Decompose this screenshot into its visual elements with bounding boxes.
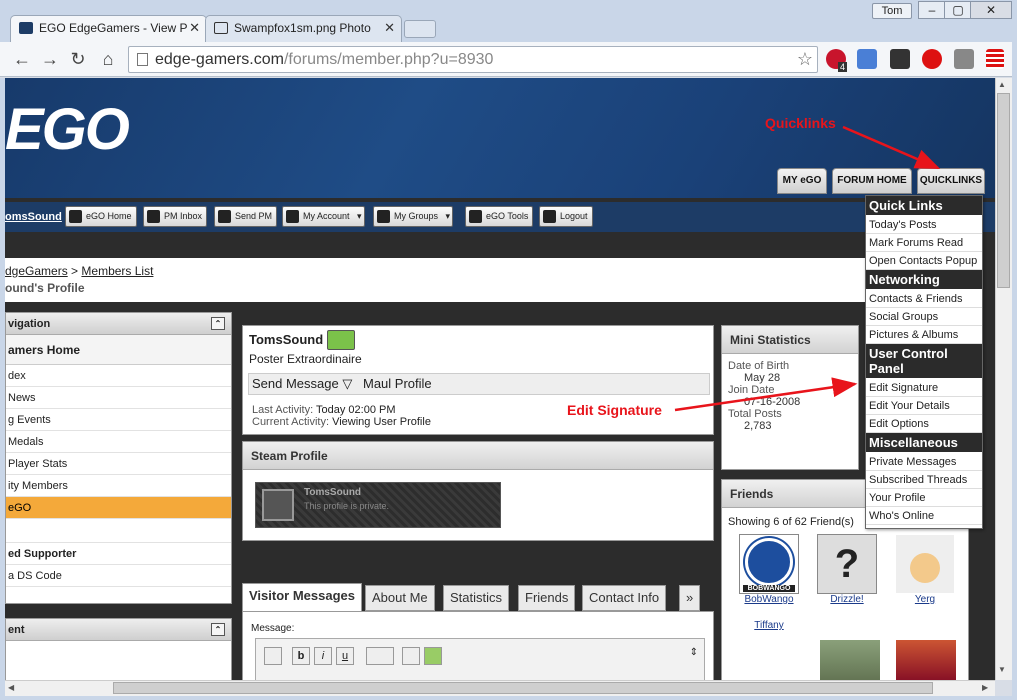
tab-ego-profile[interactable]: EGO EdgeGamers - View P ✕ xyxy=(10,15,207,42)
maximize-button[interactable]: ▢ xyxy=(944,1,972,19)
url-path: /forums/member.php?u=8930 xyxy=(283,51,494,68)
annotation-arrows xyxy=(674,125,941,412)
new-tab-button[interactable] xyxy=(404,20,436,38)
tab-photo[interactable]: Swampfox1sm.png Photo ✕ xyxy=(205,15,402,42)
reload-icon[interactable]: ↻ xyxy=(66,48,90,70)
more-extension-icon[interactable] xyxy=(890,49,910,69)
window-frame xyxy=(1012,42,1017,700)
address-bar[interactable]: edge-gamers.com/forums/member.php?u=8930… xyxy=(128,46,818,73)
minimize-button[interactable]: ‒ xyxy=(918,1,946,19)
page-icon xyxy=(137,53,148,66)
extension-badge: 4 xyxy=(838,62,848,72)
scroll-down-icon[interactable]: ▼ xyxy=(998,665,1006,674)
close-tab-icon[interactable]: ✕ xyxy=(189,20,200,36)
scroll-up-icon[interactable]: ▲ xyxy=(998,80,1006,89)
shield-extension-icon[interactable] xyxy=(954,49,974,69)
url-host: edge-gamers.com xyxy=(155,51,284,68)
ego-favicon-icon xyxy=(19,22,33,34)
arrow-to-edit-signature xyxy=(674,377,858,412)
forward-arrow-icon[interactable]: → xyxy=(38,48,62,70)
scroll-right-icon[interactable]: ▶ xyxy=(982,683,988,692)
close-window-button[interactable]: ✕ xyxy=(970,1,1012,19)
scroll-left-icon[interactable]: ◀ xyxy=(8,683,14,692)
translate-extension-icon[interactable] xyxy=(857,49,877,69)
home-icon[interactable]: ⌂ xyxy=(96,48,120,70)
web-page: EGO MY eGO FORUM HOME QUICKLINKS omsSoun… xyxy=(5,78,995,680)
tab-label: Swampfox1sm.png Photo xyxy=(234,21,371,35)
camera-favicon-icon xyxy=(214,22,228,34)
vertical-scroll-thumb[interactable] xyxy=(997,93,1010,288)
profile-chip[interactable]: Tom xyxy=(872,3,912,19)
bookmark-star-icon[interactable]: ☆ xyxy=(797,47,813,72)
menu-icon[interactable] xyxy=(986,49,1004,69)
owl-extension-icon[interactable] xyxy=(922,49,942,69)
back-arrow-icon[interactable]: ← xyxy=(10,48,34,70)
window-frame xyxy=(0,696,1017,700)
horizontal-scroll-thumb[interactable] xyxy=(113,682,933,694)
tab-label: EGO EdgeGamers - View P xyxy=(39,21,188,35)
arrow-to-quicklinks xyxy=(842,125,941,170)
close-tab-icon[interactable]: ✕ xyxy=(384,20,395,36)
